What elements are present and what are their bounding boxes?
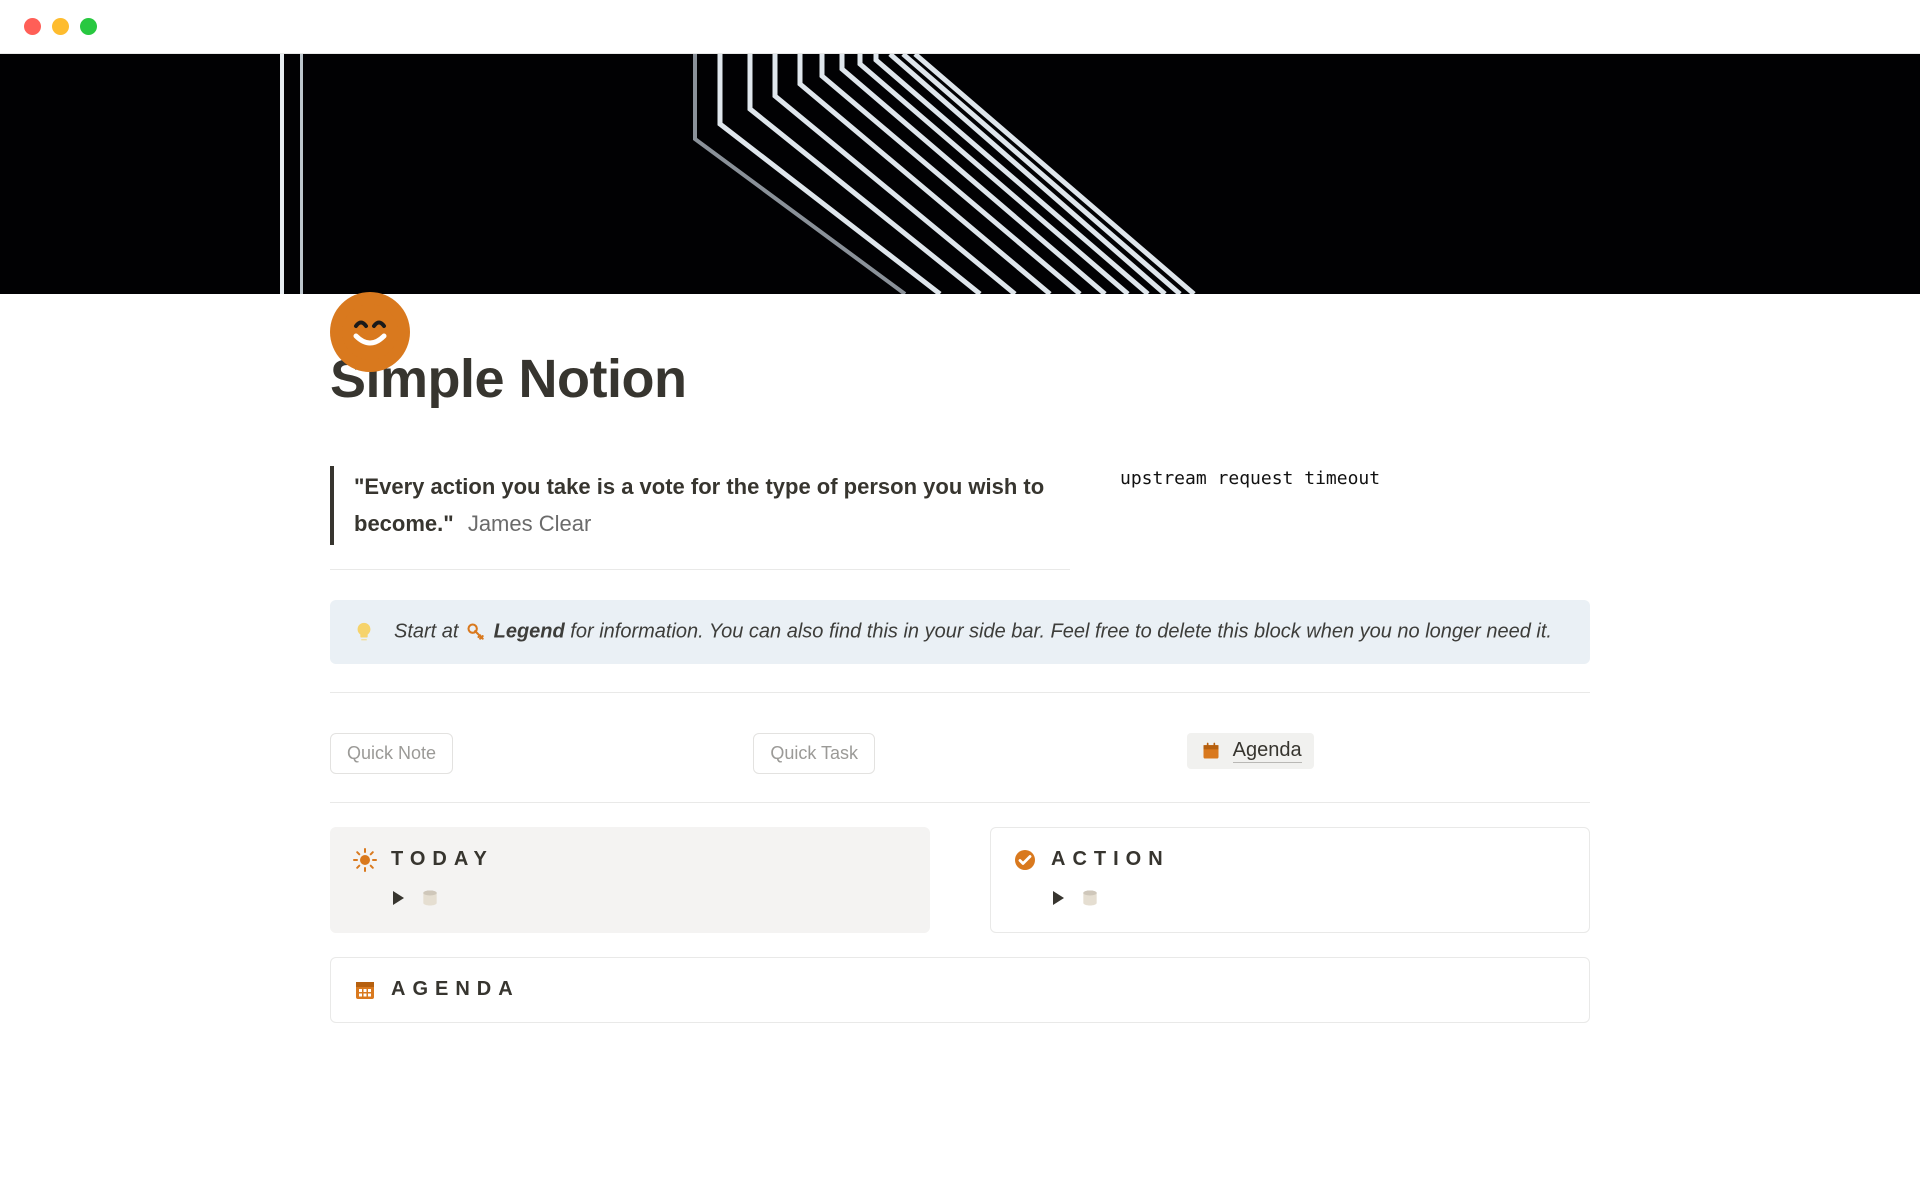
window-minimize-button[interactable]: [52, 18, 69, 35]
quick-note-button[interactable]: Quick Note: [330, 733, 453, 774]
action-toggle[interactable]: [1053, 886, 1567, 910]
quote-attribution: James Clear: [468, 511, 591, 536]
calendar-icon: [1199, 739, 1223, 763]
triangle-right-icon: [1053, 891, 1064, 905]
today-toggle[interactable]: [393, 886, 907, 910]
window-titlebar: [0, 0, 1920, 54]
divider: [330, 692, 1590, 693]
embed-error-text: upstream request timeout: [1120, 468, 1590, 489]
sun-icon: [353, 848, 377, 872]
window-zoom-button[interactable]: [80, 18, 97, 35]
window-close-button[interactable]: [24, 18, 41, 35]
check-circle-icon: [1013, 848, 1037, 872]
callout-block[interactable]: Start at Legend for information. You can…: [330, 600, 1590, 664]
today-heading: TODAY: [391, 848, 494, 871]
database-icon: [418, 886, 442, 910]
key-icon: [464, 620, 488, 644]
agenda-card[interactable]: AGENDA: [330, 957, 1590, 1023]
page-icon[interactable]: [330, 292, 410, 372]
action-heading: ACTION: [1051, 848, 1170, 871]
agenda-link-label: Agenda: [1233, 739, 1302, 763]
today-card[interactable]: TODAY: [330, 827, 930, 933]
quote-block[interactable]: "Every action you take is a vote for the…: [330, 466, 1070, 545]
agenda-page-link[interactable]: Agenda: [1187, 733, 1314, 769]
database-icon: [1078, 886, 1102, 910]
page-title[interactable]: Simple Notion: [330, 348, 1590, 410]
triangle-right-icon: [393, 891, 404, 905]
calendar-grid-icon: [353, 978, 377, 1002]
callout-text: Start at Legend for information. You can…: [394, 620, 1552, 644]
action-card[interactable]: ACTION: [990, 827, 1590, 933]
quote-text: "Every action you take is a vote for the…: [354, 474, 1044, 536]
divider: [330, 569, 1070, 570]
page-cover[interactable]: [0, 54, 1920, 294]
agenda-heading: AGENDA: [391, 978, 520, 1001]
bulb-icon: [352, 620, 376, 644]
quick-task-button[interactable]: Quick Task: [753, 733, 875, 774]
divider: [330, 802, 1590, 803]
